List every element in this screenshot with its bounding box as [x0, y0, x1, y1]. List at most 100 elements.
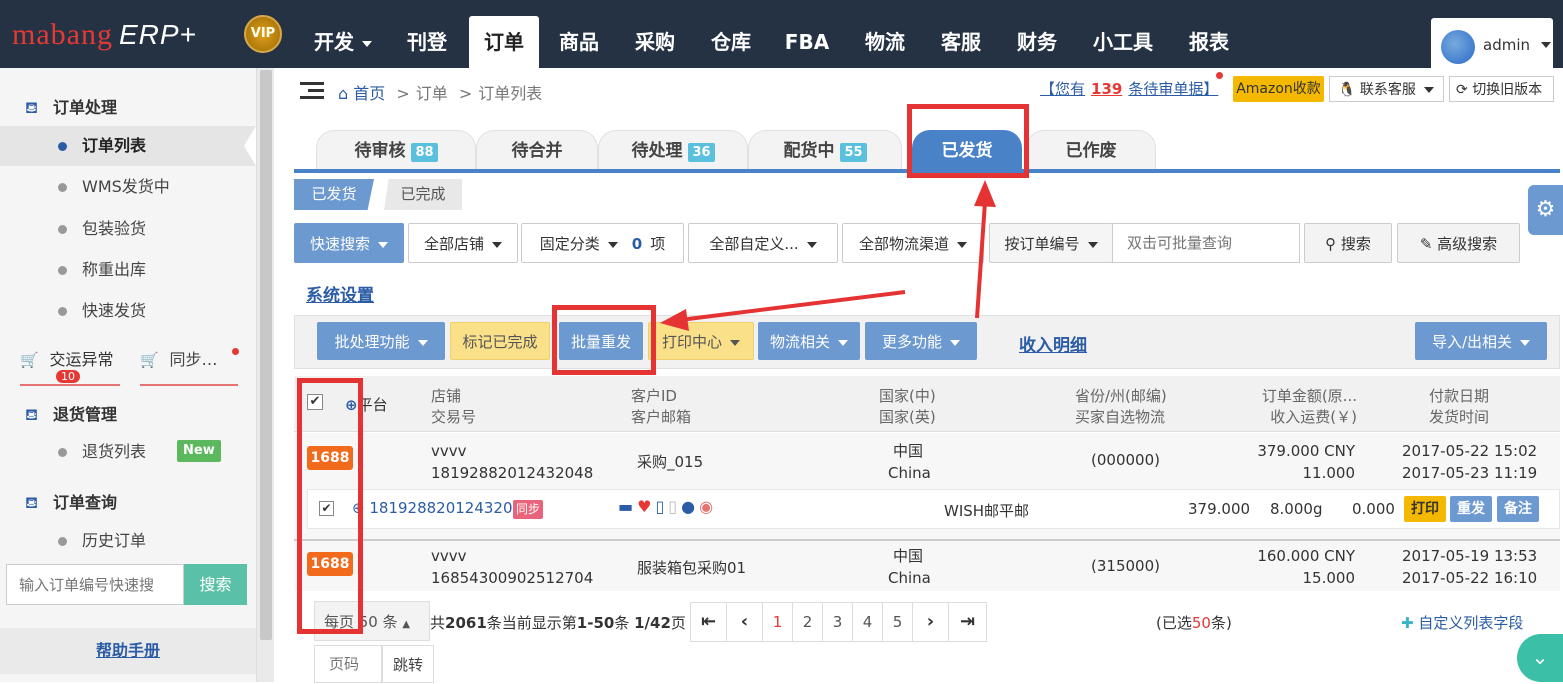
breadcrumb-home[interactable]: 首页 [353, 84, 385, 103]
pending-review-link[interactable]: 【您有 139 条待审单据】 [1040, 78, 1218, 99]
nav-purchase[interactable]: 采购 [622, 16, 688, 68]
income-details-link[interactable]: 收入明细 [1019, 331, 1087, 356]
print-button[interactable]: 打印 [1404, 496, 1446, 522]
more-functions-button[interactable]: 更多功能 [865, 322, 977, 360]
sidebar-group-order-processing[interactable]: ⛾ 订单处理 [25, 94, 117, 119]
province-header: 省份/州(邮编) 买家自选物流 [1075, 387, 1167, 426]
customer-header: 客户ID 客户邮箱 [631, 387, 692, 426]
order-customer-id: 服装箱包采购01 [637, 559, 747, 577]
sidebar-item-return-list[interactable]: 退货列表 New [0, 432, 256, 472]
nav-logistics[interactable]: 物流 [852, 16, 918, 68]
subtab-completed[interactable]: 已完成 [384, 179, 462, 210]
resend-button[interactable]: 重发 [1450, 496, 1492, 522]
scroll-down-icon[interactable]: ⌄ [1517, 634, 1563, 682]
sidebar-item-quick-ship[interactable]: 快速发货 [0, 291, 256, 331]
prev-page-icon[interactable]: ‹ [727, 603, 763, 641]
order-number-search-input[interactable] [1112, 223, 1300, 263]
annotation-box-batch-resend [552, 305, 656, 375]
logo-text: mabang [12, 18, 113, 51]
nav-warehouse[interactable]: 仓库 [698, 16, 764, 68]
fixed-category-dropdown[interactable]: 固定分类 0 项 [521, 223, 684, 263]
nav-fba[interactable]: FBA [774, 16, 840, 68]
top-navbar: mabang ERP+ VIP 开发 刊登 订单 商品 采购 仓库 FBA 物流 … [0, 0, 1563, 68]
sidebar-group-returns[interactable]: ⛾ 退货管理 [25, 401, 117, 426]
tab-allocating[interactable]: 配货中 55 [748, 130, 902, 170]
annotation-box-shipped-tab [907, 104, 1029, 178]
search-button[interactable]: ⚲ 搜索 [1304, 223, 1392, 263]
page-1[interactable]: 1 [763, 603, 793, 641]
tab-pending-process[interactable]: 待处理 36 [598, 130, 748, 170]
page-number-input[interactable] [314, 645, 382, 683]
custom-columns-link[interactable]: ✚ 自定义列表字段 [1401, 612, 1523, 633]
page-4[interactable]: 4 [853, 603, 883, 641]
nav-tools[interactable]: 小工具 [1080, 16, 1166, 68]
nav-develop[interactable]: 开发 [302, 16, 384, 68]
switch-old-version-button[interactable]: ⟳ 切换旧版本 [1449, 76, 1554, 102]
help-manual-link[interactable]: 帮助手册 [96, 641, 160, 660]
sidebar-item-packing[interactable]: 包装验货 [0, 209, 256, 249]
active-pointer [244, 126, 256, 166]
nav-listing[interactable]: 刊登 [394, 16, 460, 68]
annotation-box-platform-column [297, 378, 363, 634]
sidebar-scrollbar[interactable] [256, 68, 274, 682]
tab-pending-merge[interactable]: 待合并 [476, 130, 598, 170]
quick-search-dropdown[interactable]: 快速搜索 [294, 223, 404, 263]
sidebar-group-order-query[interactable]: ⛾ 订单查询 [25, 489, 117, 514]
quick-order-search-input[interactable] [6, 564, 184, 605]
sidebar-item-wms[interactable]: WMS发货中 [0, 167, 256, 207]
advanced-search-button[interactable]: ✎ 高级搜索 [1397, 223, 1520, 263]
custom-filter-dropdown[interactable]: 全部自定义... [688, 223, 838, 263]
tab-voided[interactable]: 已作废 [1026, 130, 1156, 170]
search-by-dropdown[interactable]: 按订单编号 [989, 223, 1113, 263]
batch-process-button[interactable]: 批处理功能 [317, 322, 445, 360]
system-settings-link[interactable]: 系统设置 [306, 281, 374, 306]
order-number-link[interactable]: ⊕ 18192882012432048 [352, 499, 532, 517]
page-5[interactable]: 5 [883, 603, 913, 641]
note-button[interactable]: 备注 [1497, 496, 1539, 522]
mark-completed-button[interactable]: 标记已完成 [450, 322, 550, 360]
nav-service[interactable]: 客服 [928, 16, 994, 68]
item-fee: 0.000 [1352, 500, 1395, 518]
import-export-button[interactable]: 导入/出相关 [1415, 322, 1547, 360]
settings-gear-icon[interactable]: ⚙ [1528, 185, 1563, 235]
logistics-actions-button[interactable]: 物流相关 [758, 322, 860, 360]
order-shop: vvvv 18192882012432048 [431, 442, 594, 482]
goto-page-button[interactable]: 跳转 [382, 645, 434, 683]
sidebar-item-history[interactable]: 历史订单 [0, 521, 256, 561]
page-3[interactable]: 3 [823, 603, 853, 641]
breadcrumb: ⌂ 首页 > 订单 > 订单列表 [338, 84, 543, 103]
return-icon: ◉ [699, 497, 718, 516]
last-page-icon[interactable]: ⇥ [949, 603, 986, 641]
quick-search-button[interactable]: 搜索 [184, 564, 247, 605]
logistics-channel-dropdown[interactable]: 全部物流渠道 [842, 223, 984, 263]
order-status-icons[interactable]: ▬♥▯▯●◉ [618, 497, 717, 516]
logo[interactable]: mabang ERP+ [12, 18, 197, 52]
user-menu[interactable]: admin [1431, 18, 1553, 68]
nav-reports[interactable]: 报表 [1176, 16, 1242, 68]
tab-pending-review[interactable]: 待审核 88 [316, 130, 476, 170]
breadcrumb-orders[interactable]: 订单 [416, 84, 448, 103]
amazon-payment-button[interactable]: Amazon收款 [1233, 76, 1324, 102]
shop-filter-dropdown[interactable]: 全部店铺 [408, 223, 518, 263]
nav-orders[interactable]: 订单 [469, 16, 539, 68]
heart-icon: ♥ [637, 497, 656, 516]
subtab-shipped[interactable]: 已发货 [294, 179, 374, 210]
contact-service-button[interactable]: 🐧 联系客服 [1329, 76, 1444, 102]
order-shop: vvvv 16854300902512704 [431, 547, 594, 587]
basket-icon: ⛾ [25, 405, 39, 424]
exception-count-badge: 10 [56, 370, 80, 383]
sidebar-item-weighing[interactable]: 称重出库 [0, 250, 256, 290]
nav-finance[interactable]: 财务 [1004, 16, 1070, 68]
first-page-icon[interactable]: ⇤ [691, 603, 727, 641]
page-2[interactable]: 2 [793, 603, 823, 641]
print-center-button[interactable]: 打印中心 [648, 322, 754, 360]
next-page-icon[interactable]: › [913, 603, 949, 641]
sidebar-sync[interactable]: 🛒 同步… [140, 346, 239, 386]
order-dates: 2017-05-19 13:53 2017-05-22 16:10 [1402, 547, 1538, 587]
sidebar-exception[interactable]: 🛒 交运异常 10 [20, 346, 120, 386]
notification-dot [1216, 72, 1223, 79]
item-price: 379.000 [1188, 500, 1251, 518]
sidebar-item-order-list[interactable]: 订单列表 [0, 126, 256, 166]
nav-products[interactable]: 商品 [546, 16, 612, 68]
menu-toggle-icon[interactable] [300, 80, 324, 100]
